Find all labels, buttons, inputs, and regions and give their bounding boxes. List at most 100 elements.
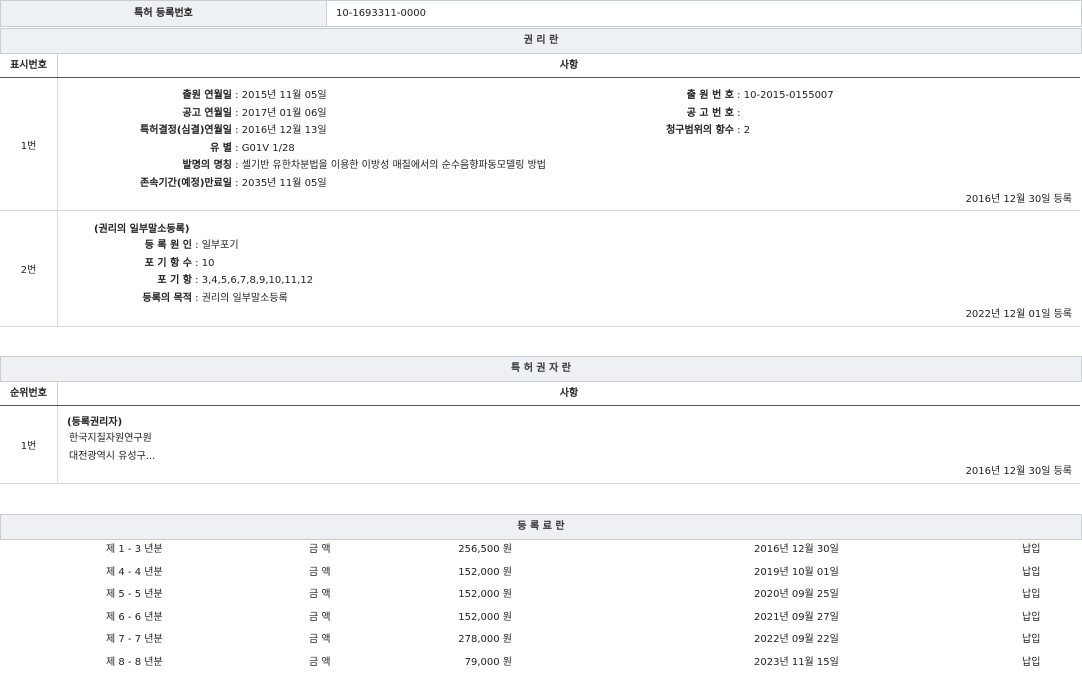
fee-row: 제 6 - 6 년분 금 액 152,000 원 2021년 09월 27일 납입 (0, 607, 1080, 629)
rights-row-1-num: 1번 (0, 78, 58, 210)
rights-row-1-field-right: 출 원 번 호 : 10-2015-0155007 (600, 86, 834, 101)
field-sep: : (192, 258, 202, 269)
field-key: 유 별 (60, 139, 232, 154)
holder-section-title: 특 허 권 자 란 (0, 356, 1082, 382)
field-key: 출 원 번 호 (600, 86, 734, 101)
field-value: 2035년 11월 05일 (242, 178, 327, 189)
rights-row-2-field: 포 기 항 : 3,4,5,6,7,8,9,10,11,12 (60, 271, 313, 286)
fee-amount: 152,000 원 (458, 584, 512, 606)
field-sep: : (192, 293, 202, 304)
fee-row: 제 5 - 5 년분 금 액 152,000 원 2020년 09월 25일 납입 (0, 584, 1080, 606)
rights-row-2: 2번 (권리의 일부말소등록) 등 록 원 인 : 일부포기포 기 항 수 : … (0, 211, 1080, 327)
rights-row-1-field: 출원 연월일 : 2015년 11월 05일 (60, 86, 327, 101)
field-sep: : (734, 90, 744, 101)
fees-section-title: 등 록 료 란 (0, 514, 1082, 540)
rights-row-2-field: 등록의 목적 : 권리의 일부말소등록 (60, 289, 288, 304)
field-value: 권리의 일부말소등록 (202, 293, 288, 304)
holder-name: 한국지질자원연구원 (69, 429, 152, 444)
fee-date: 2021년 09월 27일 (754, 607, 839, 629)
fee-amount: 152,000 원 (458, 607, 512, 629)
fee-status: 납입 (1022, 539, 1040, 561)
patent-number-value: 10-1693311-0000 (336, 1, 426, 26)
field-key: 등록의 목적 (60, 289, 192, 304)
field-value: 2017년 01월 06일 (242, 108, 327, 119)
rights-col-num: 표시번호 (0, 54, 58, 77)
field-key: 등 록 원 인 (60, 236, 192, 251)
field-sep: : (734, 108, 741, 119)
fee-period: 제 4 - 4 년분 (106, 562, 163, 584)
rights-section-title: 권 리 란 (0, 28, 1082, 54)
rights-row-1: 1번 출원 연월일 : 2015년 11월 05일공고 연월일 : 2017년 … (0, 78, 1080, 211)
field-value: 10 (202, 258, 215, 269)
fee-status: 납입 (1022, 562, 1040, 584)
fee-status: 납입 (1022, 652, 1040, 674)
field-key: 청구범위의 항수 (600, 121, 734, 136)
rights-col-content: 사항 (58, 54, 1080, 77)
rights-row-1-field: 특허결정(심결)연월일 : 2016년 12월 13일 (60, 121, 327, 136)
field-key: 존속기간(예정)만료일 (60, 174, 232, 189)
fee-row: 제 8 - 8 년분금 액79,000 원2023년 11월 15일납입 (0, 652, 1080, 674)
holder-col-num: 순위번호 (0, 382, 58, 405)
field-value: 3,4,5,6,7,8,9,10,11,12 (202, 275, 313, 286)
patent-number-label: 특허 등록번호 (1, 1, 327, 26)
fee-period: 제 1 - 3 년분 (106, 539, 163, 561)
field-key: 공 고 번 호 (600, 104, 734, 119)
fee-status: 납입 (1022, 607, 1040, 629)
field-key: 포 기 항 수 (60, 254, 192, 269)
fee-date: 2022년 09월 22일 (754, 629, 839, 651)
rights-row-1-date: 2016년 12월 30일 등록 (966, 190, 1072, 205)
fee-date: 2023년 11월 15일 (754, 652, 839, 674)
field-sep: : (232, 178, 242, 189)
rights-row-1-field: 발명의 명칭 : 셀기반 유한차분법을 이용한 이방성 매질에서의 순수음향파동… (60, 156, 546, 171)
holder-address: 대전광역시 유성구... (69, 447, 155, 462)
field-value: 2015년 11월 05일 (242, 90, 327, 101)
field-sep: : (232, 160, 242, 171)
holder-heading: (등록권리자) (67, 413, 122, 428)
holder-row-1-date: 2016년 12월 30일 등록 (966, 462, 1072, 477)
field-sep: : (232, 125, 242, 136)
field-sep: : (192, 275, 202, 286)
fee-period: 제 6 - 6 년분 (106, 607, 163, 629)
fee-amount: 152,000 원 (458, 562, 512, 584)
fee-period: 제 7 - 7 년분 (106, 629, 163, 651)
rights-row-2-date: 2022년 12월 01일 등록 (966, 305, 1072, 320)
field-sep: : (232, 90, 242, 101)
field-key: 출원 연월일 (60, 86, 232, 101)
fee-amount-label: 금 액 (309, 584, 331, 606)
fee-row: 제 4 - 4 년분 금 액 152,000 원 2019년 10월 01일 납입 (0, 562, 1080, 584)
field-value: 2 (744, 125, 750, 136)
field-sep: : (232, 108, 242, 119)
rights-row-2-num: 2번 (0, 211, 58, 326)
fee-period: 제 5 - 5 년분 (106, 584, 163, 606)
rights-row-1-field: 유 별 : G01V 1/28 (60, 139, 295, 154)
field-key: 공고 연월일 (60, 104, 232, 119)
holder-row-1-num: 1번 (0, 406, 58, 483)
fee-date: 2019년 10월 01일 (754, 562, 839, 584)
fee-amount-label: 금 액 (309, 562, 331, 584)
field-value: 셀기반 유한차분법을 이용한 이방성 매질에서의 순수음향파동모델링 방법 (242, 160, 546, 171)
field-sep: : (192, 240, 202, 251)
field-sep: : (734, 125, 744, 136)
fee-status: 납입 (1022, 629, 1040, 651)
field-value: G01V 1/28 (242, 143, 295, 154)
rights-row-2-field: 등 록 원 인 : 일부포기 (60, 236, 239, 251)
fee-amount-label: 금 액 (309, 539, 331, 561)
holder-col-content: 사항 (58, 382, 1080, 405)
fee-date: 2020년 09월 25일 (754, 584, 839, 606)
field-value: 2016년 12월 13일 (242, 125, 327, 136)
rights-row-1-field-right: 청구범위의 항수 : 2 (600, 121, 750, 136)
fee-amount: 256,500 원 (458, 539, 512, 561)
fee-status: 납입 (1022, 584, 1040, 606)
fee-date: 2016년 12월 30일 (754, 539, 839, 561)
fee-amount-label: 금 액 (309, 607, 331, 629)
fee-amount-label: 금 액 (309, 629, 331, 651)
fee-row: 제 1 - 3 년분 금 액 256,500 원 2016년 12월 30일 납입 (0, 539, 1080, 561)
field-value: 10-2015-0155007 (744, 90, 834, 101)
fee-amount: 79,000 원 (465, 652, 512, 674)
field-key: 발명의 명칭 (60, 156, 232, 171)
fee-amount: 278,000 원 (458, 629, 512, 651)
rights-row-2-heading: (권리의 일부말소등록) (94, 220, 189, 235)
field-sep: : (232, 143, 242, 154)
fee-row: 제 7 - 7 년분 금 액 278,000 원 2022년 09월 22일 납입 (0, 629, 1080, 651)
holder-column-header: 순위번호 사항 (0, 382, 1080, 406)
